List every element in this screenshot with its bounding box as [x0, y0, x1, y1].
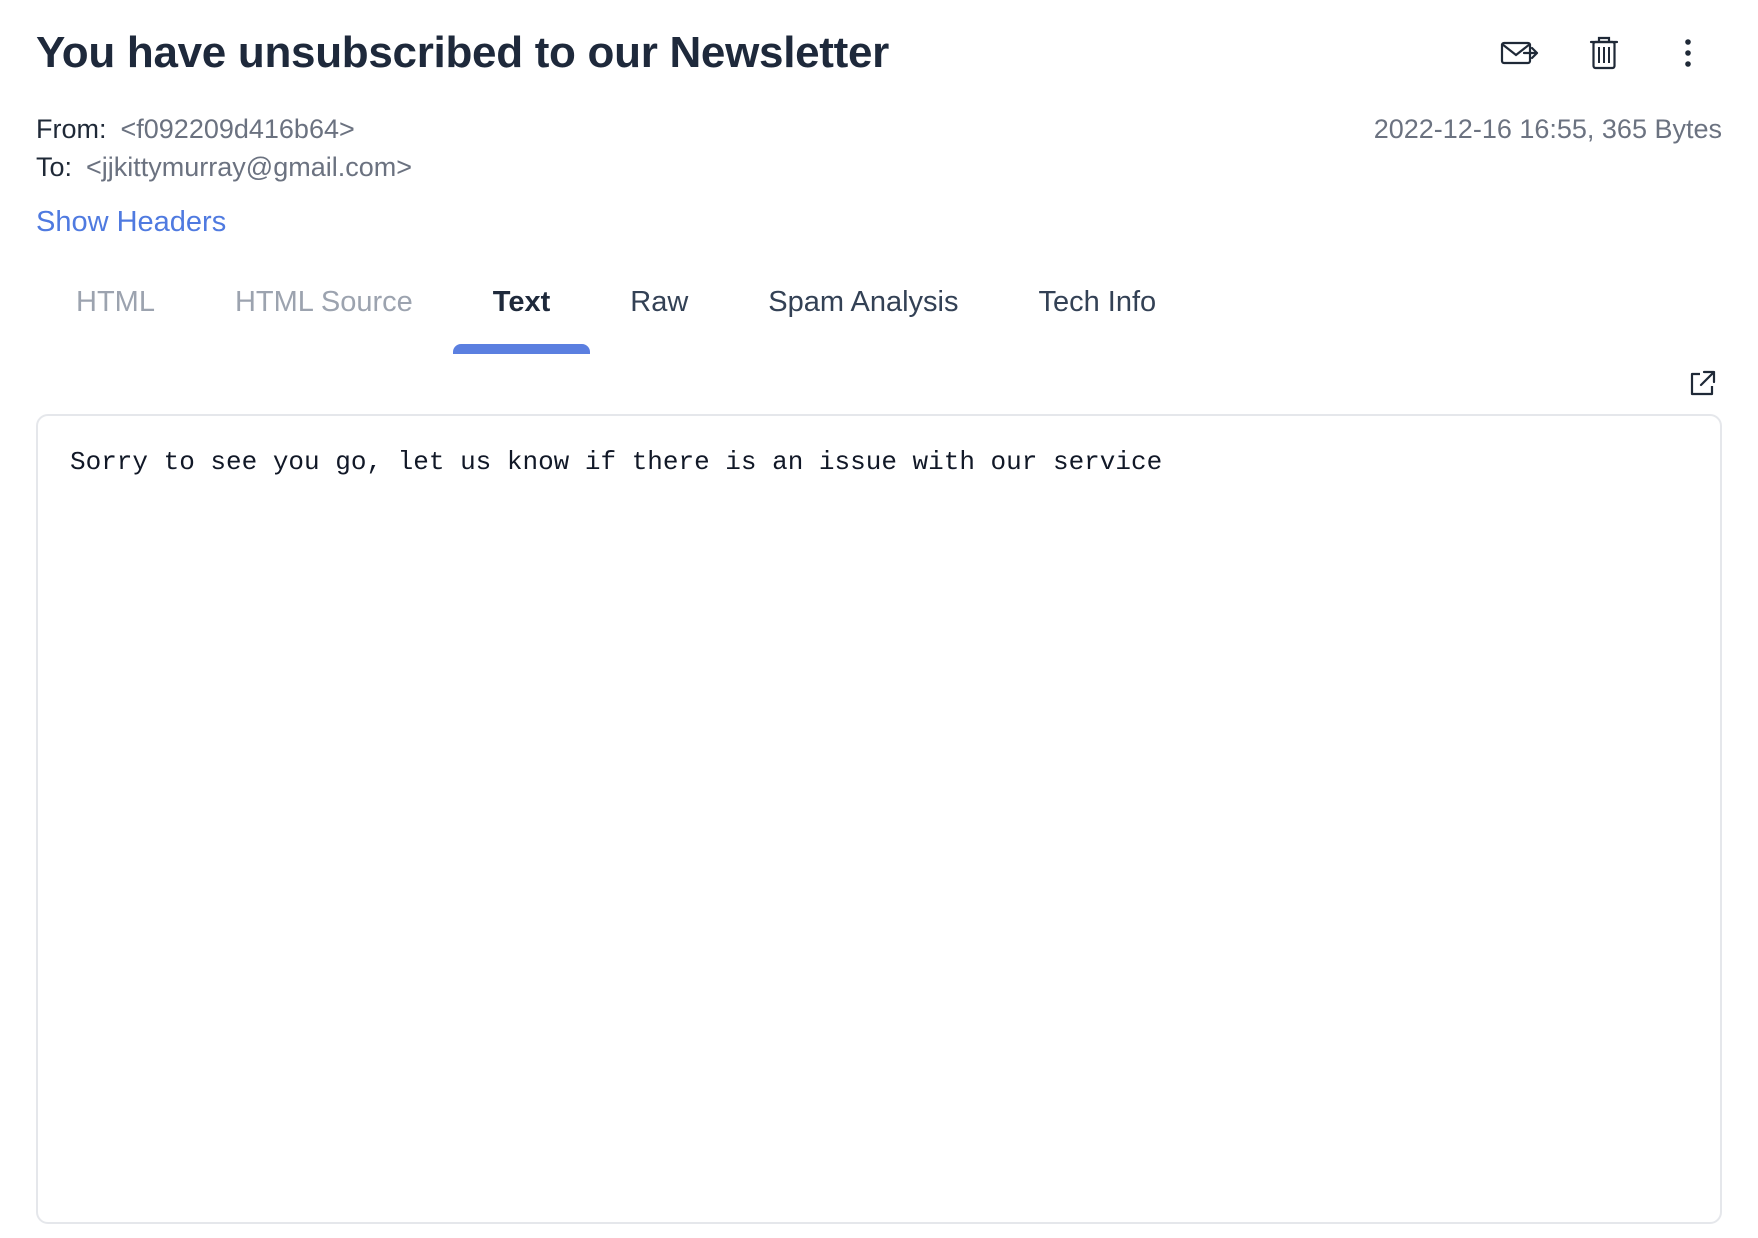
email-subject: You have unsubscribed to our Newsletter [36, 28, 889, 77]
from-label: From: [36, 114, 107, 144]
tab-tech-info[interactable]: Tech Info [998, 268, 1196, 354]
to-value: <jjkittymurray@gmail.com> [86, 152, 413, 182]
message-body: Sorry to see you go, let us know if ther… [36, 414, 1722, 1224]
tab-label: Tech Info [1038, 286, 1157, 318]
header-row: You have unsubscribed to our Newsletter [36, 22, 1722, 84]
tab-html[interactable]: HTML [36, 268, 195, 354]
forward-button[interactable] [1494, 27, 1546, 79]
tab-label: Spam Analysis [768, 286, 959, 318]
tab-label: Raw [630, 286, 689, 318]
to-line: To: <jjkittymurray@gmail.com> [36, 148, 1722, 186]
view-tabs: HTML HTML Source Text Raw Spam Analysis … [36, 268, 1196, 358]
active-tab-indicator [452, 344, 591, 354]
email-meta: From: <f092209d416b64> To: <jjkittymurray@… [36, 110, 1722, 186]
tab-label: HTML Source [234, 286, 413, 318]
more-options-button[interactable] [1662, 27, 1714, 79]
external-link-icon [1690, 370, 1716, 396]
tab-label: Text [492, 286, 551, 318]
more-vertical-icon [1685, 39, 1691, 67]
tab-raw[interactable]: Raw [590, 268, 728, 354]
to-label: To: [36, 152, 73, 182]
open-external-button[interactable] [1682, 364, 1722, 404]
from-value: <f092209d416b64> [120, 114, 355, 144]
tab-spam-analysis[interactable]: Spam Analysis [728, 268, 998, 354]
trash-icon [1589, 36, 1619, 70]
delete-button[interactable] [1578, 27, 1630, 79]
forward-mail-icon [1500, 41, 1539, 65]
tab-html-source[interactable]: HTML Source [195, 268, 453, 354]
email-viewer: You have unsubscribed to our Newsletter [0, 0, 1758, 1238]
tab-label: HTML [76, 286, 155, 318]
message-text: Sorry to see you go, let us know if ther… [70, 447, 1163, 477]
show-headers-link[interactable]: Show Headers [36, 206, 226, 239]
date-size: 2022-12-16 16:55, 365 Bytes [1373, 114, 1722, 144]
tab-text[interactable]: Text [452, 268, 591, 354]
email-actions [1494, 27, 1714, 79]
